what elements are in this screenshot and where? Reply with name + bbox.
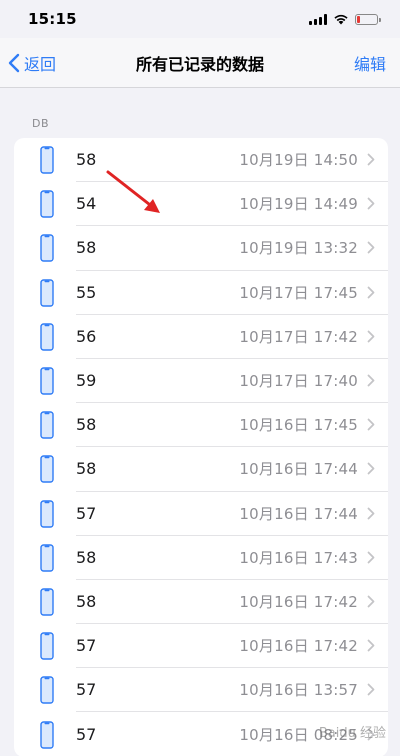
record-row[interactable]: 58 10月16日 17:43 bbox=[14, 536, 388, 580]
record-value: 57 bbox=[76, 503, 97, 523]
record-date: 10月16日 17:44 bbox=[239, 504, 358, 523]
record-date: 10月17日 17:42 bbox=[239, 327, 358, 346]
record-row-content: 57 10月16日 17:42 bbox=[76, 624, 388, 669]
chevron-right-icon bbox=[366, 683, 376, 696]
record-row[interactable]: 58 10月19日 14:50 bbox=[14, 138, 388, 183]
record-row-content: 58 10月19日 13:32 bbox=[76, 226, 388, 271]
record-row[interactable]: 57 10月16日 17:44 bbox=[14, 492, 388, 536]
cellular-signal-icon bbox=[309, 13, 327, 25]
record-date: 10月19日 14:50 bbox=[239, 151, 358, 170]
back-button[interactable]: 返回 bbox=[8, 51, 56, 75]
record-row[interactable]: 58 10月16日 17:45 bbox=[14, 403, 388, 448]
chevron-right-icon bbox=[366, 286, 376, 299]
record-row[interactable]: 58 10月16日 17:42 bbox=[14, 580, 388, 625]
back-label: 返回 bbox=[24, 54, 57, 74]
chevron-right-icon bbox=[366, 153, 376, 166]
iphone-icon bbox=[22, 411, 72, 439]
record-date: 10月16日 17:42 bbox=[239, 592, 358, 611]
record-date: 10月16日 17:42 bbox=[239, 637, 358, 656]
records-list: 58 10月19日 14:50 54 10月19日 14:49 58 10月19日 13:… bbox=[14, 138, 388, 756]
record-row[interactable]: 57 10月16日 13:57 bbox=[14, 668, 388, 713]
record-row-content: 57 10月16日 13:57 bbox=[76, 668, 388, 713]
chevron-right-icon bbox=[366, 639, 376, 652]
record-value: 58 bbox=[76, 150, 97, 170]
record-row[interactable]: 58 10月16日 17:44 bbox=[14, 447, 388, 492]
record-date: 10月19日 13:32 bbox=[239, 239, 358, 258]
record-date: 10月16日 17:45 bbox=[239, 416, 358, 435]
record-row-content: 58 10月16日 17:44 bbox=[76, 447, 388, 492]
iphone-icon bbox=[22, 455, 72, 484]
watermark-logo: Baidu 经验 bbox=[318, 726, 386, 741]
iphone-icon bbox=[22, 323, 72, 351]
record-row[interactable]: 55 10月17日 17:45 bbox=[14, 271, 388, 315]
iphone-icon bbox=[22, 632, 72, 660]
page-title: 所有已记录的数据 bbox=[135, 54, 264, 74]
record-value: 58 bbox=[76, 547, 97, 567]
record-value: 58 bbox=[76, 238, 97, 258]
chevron-right-icon bbox=[366, 374, 376, 387]
record-date: 10月17日 17:40 bbox=[239, 372, 358, 391]
edit-button[interactable]: 编辑 bbox=[354, 51, 386, 75]
record-row[interactable]: 58 10月19日 13:32 bbox=[14, 226, 388, 271]
battery-icon bbox=[355, 13, 381, 25]
iphone-icon bbox=[22, 146, 72, 174]
record-value: 57 bbox=[76, 636, 97, 656]
record-row-content: 59 10月17日 17:40 bbox=[76, 359, 388, 404]
iphone-icon bbox=[22, 720, 72, 749]
iphone-icon bbox=[22, 190, 72, 218]
record-row-content: 56 10月17日 17:42 bbox=[76, 315, 388, 359]
status-icons bbox=[309, 13, 381, 25]
chevron-right-icon bbox=[366, 241, 376, 254]
iphone-icon bbox=[22, 676, 72, 705]
record-row[interactable]: 59 10月17日 17:40 bbox=[14, 359, 388, 404]
record-date: 10月16日 13:57 bbox=[239, 681, 358, 700]
chevron-right-icon bbox=[366, 595, 376, 608]
chevron-left-icon bbox=[8, 53, 20, 72]
record-date: 10月19日 14:49 bbox=[239, 195, 358, 214]
wifi-icon bbox=[334, 14, 348, 25]
record-value: 56 bbox=[76, 326, 97, 346]
record-date: 10月16日 17:44 bbox=[239, 460, 358, 479]
record-date: 10月16日 17:43 bbox=[239, 548, 358, 567]
chevron-right-icon bbox=[366, 551, 376, 564]
record-row-content: 54 10月19日 14:49 bbox=[76, 182, 388, 227]
record-row-content: 58 10月16日 17:45 bbox=[76, 403, 388, 448]
navigation-bar: 返回 所有已记录的数据 编辑 bbox=[0, 38, 400, 88]
record-row[interactable]: 57 10月16日 17:42 bbox=[14, 624, 388, 669]
record-row[interactable]: 54 10月19日 14:49 bbox=[14, 182, 388, 227]
chevron-right-icon bbox=[366, 197, 376, 210]
record-row-content: 55 10月17日 17:45 bbox=[76, 271, 388, 315]
status-time: 15:15 bbox=[28, 10, 77, 28]
record-row[interactable]: 56 10月17日 17:42 bbox=[14, 315, 388, 359]
record-row-content: 58 10月16日 17:43 bbox=[76, 536, 388, 580]
record-value: 57 bbox=[76, 680, 97, 700]
battery-level bbox=[357, 15, 360, 23]
record-value: 55 bbox=[76, 282, 97, 302]
chevron-right-icon bbox=[366, 418, 376, 431]
record-row-content: 57 10月16日 17:44 bbox=[76, 492, 388, 536]
iphone-icon bbox=[22, 499, 72, 528]
record-row-content: 58 10月16日 17:42 bbox=[76, 580, 388, 625]
record-value: 57 bbox=[76, 725, 97, 745]
chevron-right-icon bbox=[366, 330, 376, 343]
iphone-icon bbox=[22, 278, 72, 307]
section-header: DB bbox=[32, 117, 50, 130]
record-value: 58 bbox=[76, 415, 97, 435]
record-value: 58 bbox=[76, 459, 97, 479]
iphone-icon bbox=[22, 367, 72, 395]
iphone-icon bbox=[22, 544, 72, 572]
iphone-icon bbox=[22, 588, 72, 616]
status-bar: 15:15 bbox=[0, 0, 400, 38]
record-date: 10月17日 17:45 bbox=[239, 283, 358, 302]
iphone-icon bbox=[22, 234, 72, 263]
record-value: 54 bbox=[76, 194, 97, 214]
record-value: 58 bbox=[76, 591, 97, 611]
screen: 15:15 返回 所有已记录的数据 编辑 DB 58 10月19日 14:50 54 bbox=[0, 0, 400, 756]
record-value: 59 bbox=[76, 371, 97, 391]
chevron-right-icon bbox=[366, 462, 376, 475]
chevron-right-icon bbox=[366, 507, 376, 520]
record-row-content: 58 10月19日 14:50 bbox=[76, 138, 388, 183]
